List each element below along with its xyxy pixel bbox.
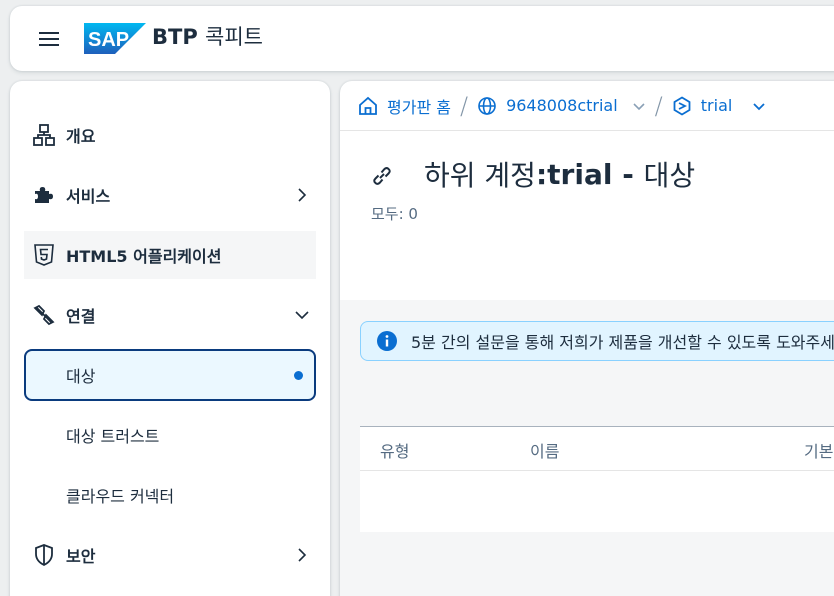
puzzle-icon <box>32 183 56 207</box>
link-icon <box>370 162 394 186</box>
nav-item-html5-applications[interactable]: HTML5 어플리케이션 <box>24 231 316 279</box>
page-header: 하위 계정: trial - 대상 모두: 0 <box>340 132 834 300</box>
info-message-text: 5분 간의 설문을 통해 저희가 제품을 개선할 수 있도록 도와주세요. <box>411 333 834 352</box>
breadcrumb-home-label: 평가판 홈 <box>387 97 451 117</box>
app-title-sub: 콕피트 <box>205 25 264 49</box>
page-title: 하위 계정: trial - 대상 <box>370 154 695 194</box>
nav-item-connectivity[interactable]: 연결 <box>24 291 316 339</box>
table-header: 유형 이름 기본 <box>360 427 834 471</box>
sub-item-cloud-connector[interactable]: 클라우드 커넥터 <box>24 469 316 521</box>
chevron-down-icon[interactable] <box>752 99 766 113</box>
breadcrumb-account-label: 9648008ctrial <box>506 96 618 115</box>
content-area: 5분 간의 설문을 통해 저희가 제품을 개선할 수 있도록 도와주세요. 유형… <box>340 300 834 596</box>
subaccount-icon <box>672 95 692 116</box>
chevron-right-icon <box>294 547 310 563</box>
shell-bar: SAP BTP 콕피트 <box>10 6 834 71</box>
chevron-right-icon <box>294 187 310 203</box>
hierarchy-icon <box>32 123 56 147</box>
chevron-down-icon[interactable] <box>632 99 646 113</box>
info-icon <box>377 331 397 351</box>
globe-icon <box>477 96 497 116</box>
nav-item-label: 개요 <box>66 127 96 146</box>
menu-icon[interactable] <box>38 30 60 48</box>
page-title-subaccount: trial <box>547 157 613 191</box>
side-navigation: 개요 서비스 HTML5 어플리케이션 연결 대상 대상 트러스트 클라우드 커… <box>10 81 330 596</box>
connection-icon <box>32 303 56 327</box>
sub-item-destination-trust[interactable]: 대상 트러스트 <box>24 409 316 461</box>
app-title-bold: BTP <box>152 25 198 49</box>
selected-indicator <box>294 371 303 380</box>
sub-item-label: 클라우드 커넥터 <box>66 487 175 506</box>
nav-item-label: 보안 <box>66 547 96 566</box>
page-title-colon: : <box>535 157 548 191</box>
breadcrumb-separator: / <box>654 91 663 120</box>
nav-item-services[interactable]: 서비스 <box>24 171 316 219</box>
main-content: 평가판 홈 / 9648008ctrial / trial 하위 계정: tr… <box>340 81 834 596</box>
nav-item-overview[interactable]: 개요 <box>24 111 316 159</box>
sub-item-label: 대상 <box>66 367 96 386</box>
svg-text:SAP: SAP <box>88 29 129 51</box>
destinations-table: 유형 이름 기본 <box>360 426 834 532</box>
home-icon <box>358 96 378 116</box>
column-header-basic[interactable]: 기본 <box>804 438 833 462</box>
sub-item-label: 대상 트러스트 <box>66 427 160 446</box>
app-title: BTP 콕피트 <box>152 22 263 52</box>
breadcrumb-subaccount[interactable]: trial <box>672 95 767 116</box>
info-message-strip[interactable]: 5분 간의 설문을 통해 저희가 제품을 개선할 수 있도록 도와주세요. <box>360 321 834 361</box>
breadcrumb-subaccount-label: trial <box>700 96 733 115</box>
nav-item-security[interactable]: 보안 <box>24 531 316 579</box>
column-header-name[interactable]: 이름 <box>530 438 559 462</box>
breadcrumb-separator: / <box>459 91 469 120</box>
item-count: 모두: 0 <box>371 205 418 223</box>
page-title-suffix: 대상 <box>643 159 696 192</box>
breadcrumb: 평가판 홈 / 9648008ctrial / trial <box>340 81 834 131</box>
page-title-prefix: 하위 계정 <box>424 159 536 192</box>
breadcrumb-home[interactable]: 평가판 홈 <box>358 94 451 118</box>
sub-item-destinations[interactable]: 대상 <box>24 349 316 401</box>
sap-logo[interactable]: SAP <box>84 23 146 54</box>
nav-item-label: HTML5 어플리케이션 <box>66 247 222 266</box>
nav-item-label: 연결 <box>66 307 96 326</box>
breadcrumb-global-account[interactable]: 9648008ctrial <box>477 96 646 116</box>
shield-icon <box>32 543 56 567</box>
nav-item-label: 서비스 <box>66 187 111 206</box>
html5-icon <box>32 243 56 267</box>
column-header-type[interactable]: 유형 <box>380 438 409 462</box>
chevron-down-icon <box>294 307 310 323</box>
page-title-dash: - <box>612 157 644 191</box>
